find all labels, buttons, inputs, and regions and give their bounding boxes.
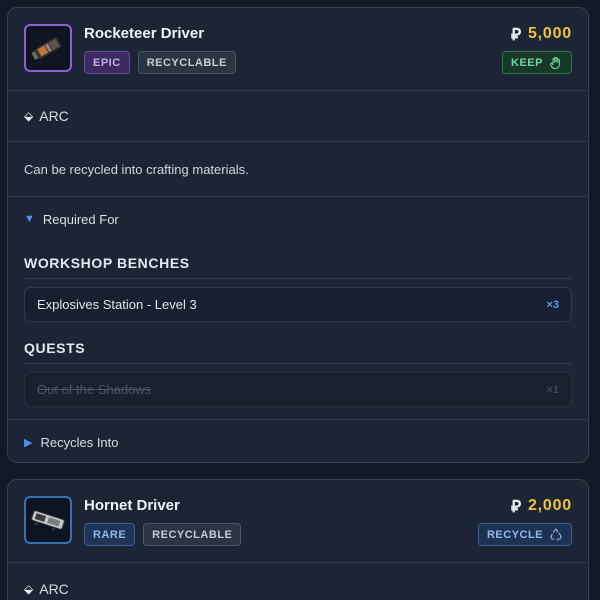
- coin-icon: ⃁: [511, 497, 522, 516]
- item-thumbnail: [24, 24, 72, 72]
- item-card-rocketeer-driver: Rocketeer Driver EPIC RECYCLABLE ⃁ 5,000…: [7, 7, 589, 463]
- rocketeer-driver-item-icon: [31, 36, 63, 60]
- item-name: Hornet Driver: [84, 497, 180, 514]
- description-text: Can be recycled into crafting materials.: [24, 161, 249, 177]
- hand-icon: [549, 56, 560, 69]
- collapsed-triangle-icon: ▶: [24, 436, 33, 449]
- required-item-name: Explosives Station - Level 3: [37, 297, 197, 312]
- rarity-badge: EPIC: [84, 51, 130, 74]
- required-item-quantity: ×3: [546, 298, 559, 311]
- arc-icon: ⬙: [24, 581, 34, 596]
- required-item-quest[interactable]: Out of the Shadows ×1: [24, 372, 572, 407]
- item-card-hornet-driver: Hornet Driver RARE RECYCLABLE ⃁ 2,000 RE…: [7, 479, 589, 600]
- item-tags: EPIC RECYCLABLE: [84, 51, 236, 74]
- required-for-label: Required For: [42, 211, 119, 227]
- expanded-triangle-icon: ▼: [24, 213, 35, 225]
- item-price: ⃁ 5,000: [511, 23, 572, 45]
- quests-heading: QUESTS: [24, 340, 572, 364]
- recyclable-badge: RECYCLABLE: [137, 51, 236, 74]
- item-name: Rocketeer Driver: [84, 25, 205, 42]
- recycle-icon: [550, 527, 562, 541]
- price-value: 2,000: [527, 497, 572, 514]
- required-for-toggle[interactable]: ▼ Required For: [8, 197, 588, 241]
- recycles-into-toggle[interactable]: ▶ Recycles Into: [8, 419, 588, 462]
- recycle-label: RECYCLE: [486, 528, 543, 541]
- arc-icon: ⬙: [24, 109, 34, 123]
- item-card-header: Hornet Driver RARE RECYCLABLE ⃁ 2,000 RE…: [8, 480, 588, 563]
- item-price: ⃁ 2,000: [511, 495, 572, 517]
- item-tags: RARE RECYCLABLE: [84, 523, 242, 546]
- recycle-button[interactable]: RECYCLE: [477, 523, 572, 546]
- item-thumbnail: [24, 496, 72, 544]
- item-description: Can be recycled into crafting materials.: [8, 142, 588, 197]
- price-value: 5,000: [527, 25, 572, 42]
- keep-button[interactable]: KEEP: [502, 51, 572, 74]
- workshop-benches-heading: WORKSHOP BENCHES: [24, 255, 572, 279]
- source-row: ⬙ ARC: [8, 563, 588, 600]
- hornet-driver-item-icon: [31, 510, 65, 532]
- rarity-badge: RARE: [84, 523, 136, 546]
- recycles-into-label: Recycles Into: [40, 434, 119, 450]
- source-row: ⬙ ARC: [8, 91, 588, 142]
- source-label: ARC: [39, 580, 69, 597]
- keep-label: KEEP: [511, 56, 543, 69]
- recyclable-badge: RECYCLABLE: [143, 523, 242, 546]
- required-item-name: Out of the Shadows: [37, 382, 152, 397]
- required-item-explosives-station[interactable]: Explosives Station - Level 3 ×3: [24, 287, 572, 322]
- item-card-header: Rocketeer Driver EPIC RECYCLABLE ⃁ 5,000…: [8, 8, 588, 91]
- required-item-quantity: ×1: [546, 383, 559, 396]
- coin-icon: ⃁: [511, 25, 522, 44]
- source-label: ARC: [39, 108, 69, 124]
